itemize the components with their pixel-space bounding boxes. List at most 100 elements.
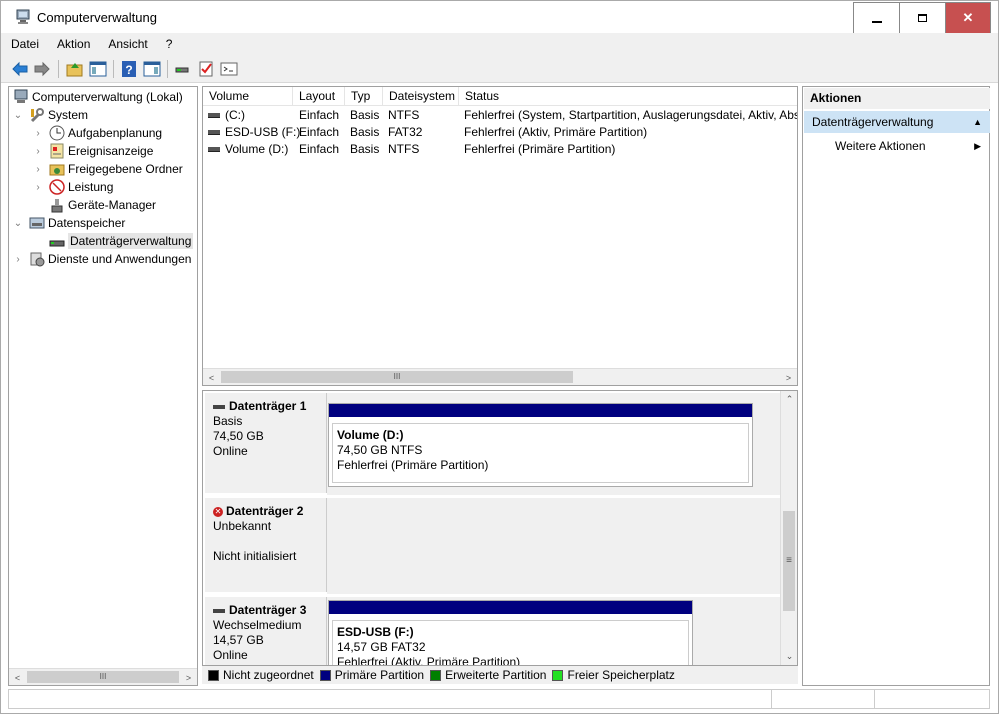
chevron-right-icon[interactable]: › <box>13 254 23 265</box>
maximize-icon <box>918 14 927 22</box>
scroll-down-icon[interactable]: ⌄ <box>781 648 797 665</box>
tree-item-datentraegerverwaltung[interactable]: Datenträgerverwaltung <box>49 232 194 250</box>
toolbar-separator <box>113 60 114 78</box>
action-weitere-aktionen[interactable]: Weitere Aktionen ▶ <box>835 137 991 155</box>
status-segment <box>771 690 772 708</box>
menu-aktion[interactable]: Aktion <box>57 37 90 51</box>
primary-partition-bar <box>329 601 692 614</box>
chevron-right-icon[interactable]: › <box>33 128 43 139</box>
tree-item-ereignisanzeige[interactable]: › Ereignisanzeige <box>33 142 153 160</box>
close-icon: ✕ <box>962 10 974 25</box>
disk-row[interactable]: Datenträger 1 Basis 74,50 GB Online Volu… <box>203 391 781 495</box>
tree-item-computerverwaltung[interactable]: Computerverwaltung (Lokal) <box>13 88 183 106</box>
show-hide-tree-icon[interactable] <box>89 60 107 78</box>
table-row[interactable]: (C:) Einfach Basis NTFS Fehlerfrei (Syst… <box>203 107 797 124</box>
menu-bar: Datei Aktion Ansicht ? <box>1 33 998 55</box>
system-tools-icon <box>29 107 45 123</box>
storage-icon <box>29 215 45 231</box>
disk-row[interactable]: Datenträger 3 Wechselmedium 14,57 GB Onl… <box>203 595 781 665</box>
scroll-thumb[interactable]: ≡ <box>783 511 795 611</box>
volume-list: Volume Layout Typ Dateisystem Status (C:… <box>202 86 798 386</box>
window-title: Computerverwaltung <box>37 10 157 25</box>
services-icon <box>29 251 45 267</box>
maximize-button[interactable] <box>899 2 945 34</box>
status-segment <box>874 690 875 708</box>
tree-item-datenspeicher[interactable]: ⌄ Datenspeicher <box>13 214 126 232</box>
disk-area: ESD-USB (F:) 14,57 GB FAT32 Fehlerfrei (… <box>327 597 781 665</box>
back-arrow-icon[interactable] <box>11 60 29 78</box>
tree-horizontal-scrollbar[interactable]: < III > <box>9 668 197 685</box>
legend-swatch <box>208 669 219 681</box>
task-scheduler-icon <box>49 125 65 141</box>
up-folder-icon[interactable] <box>66 60 84 78</box>
submenu-arrow-icon: ▶ <box>974 141 981 151</box>
scroll-up-icon[interactable]: ⌃ <box>781 391 797 408</box>
disk-icon <box>213 404 225 409</box>
tree-item-system[interactable]: ⌄ System <box>13 106 88 124</box>
scroll-right-icon[interactable]: > <box>180 669 197 685</box>
table-row[interactable]: Volume (D:) Einfach Basis NTFS Fehlerfre… <box>203 141 797 158</box>
scroll-thumb[interactable]: III <box>27 671 179 683</box>
chevron-down-icon[interactable]: ⌄ <box>13 110 23 121</box>
scroll-left-icon[interactable]: < <box>9 669 26 685</box>
disk-row[interactable]: ✕ Datenträger 2 Unbekannt Nicht initiali… <box>203 496 781 594</box>
disk-map-vertical-scrollbar[interactable]: ⌃ ≡ ⌄ <box>780 391 797 665</box>
disk-label[interactable]: Datenträger 1 Basis 74,50 GB Online <box>205 393 327 493</box>
tree-item-dienste-und-anwendungen[interactable]: › Dienste und Anwendungen <box>13 250 191 268</box>
legend-item: Freier Speicherplatz <box>552 668 675 682</box>
tree-item-aufgabenplanung[interactable]: › Aufgabenplanung <box>33 124 162 142</box>
primary-partition-bar <box>329 404 752 417</box>
column-status[interactable]: Status <box>459 87 797 106</box>
minimize-button[interactable] <box>853 2 899 34</box>
column-volume[interactable]: Volume <box>203 87 293 106</box>
table-row[interactable]: ESD-USB (F:) Einfach Basis FAT32 Fehlerf… <box>203 124 797 141</box>
properties-icon[interactable] <box>220 60 238 78</box>
disk-area <box>327 498 781 594</box>
volume-list-horizontal-scrollbar[interactable]: < III > <box>203 368 797 385</box>
chevron-down-icon[interactable]: ⌄ <box>13 218 23 229</box>
error-icon: ✕ <box>213 506 223 517</box>
scroll-thumb[interactable]: III <box>221 371 573 383</box>
partition-esd-usb-f[interactable]: ESD-USB (F:) 14,57 GB FAT32 Fehlerfrei (… <box>328 600 693 665</box>
menu-datei[interactable]: Datei <box>11 37 39 51</box>
chevron-right-icon[interactable]: › <box>33 146 43 157</box>
forward-arrow-icon[interactable] <box>33 60 51 78</box>
column-dateisystem[interactable]: Dateisystem <box>383 87 459 106</box>
legend-item: Nicht zugeordnet <box>208 668 314 682</box>
disk-label[interactable]: ✕ Datenträger 2 Unbekannt Nicht initiali… <box>205 498 327 592</box>
chevron-right-icon[interactable]: › <box>33 182 43 193</box>
tree-item-leistung[interactable]: › Leistung <box>33 178 113 196</box>
chevron-right-icon[interactable]: › <box>33 164 43 175</box>
checklist-icon[interactable] <box>197 60 215 78</box>
actions-header: Aktionen <box>804 88 990 109</box>
scroll-left-icon[interactable]: < <box>203 369 220 386</box>
device-manager-icon <box>49 197 65 213</box>
action-group-datentraegerverwaltung[interactable]: Datenträgerverwaltung ▲ <box>804 111 990 133</box>
menu-ansicht[interactable]: Ansicht <box>108 37 147 51</box>
disk-label[interactable]: Datenträger 3 Wechselmedium 14,57 GB Onl… <box>205 597 327 665</box>
help-icon[interactable]: ? <box>120 60 138 78</box>
disk-map: Datenträger 1 Basis 74,50 GB Online Volu… <box>202 390 798 666</box>
close-button[interactable]: ✕ <box>945 2 991 34</box>
column-layout[interactable]: Layout <box>293 87 345 106</box>
connect-drive-icon[interactable] <box>174 60 192 78</box>
toolbar-separator <box>58 60 59 78</box>
show-hide-action-pane-icon[interactable] <box>143 60 161 78</box>
status-bar <box>8 689 990 709</box>
legend: Nicht zugeordnet Primäre Partition Erwei… <box>202 666 798 684</box>
tree-item-freigegebene-ordner[interactable]: › Freigegebene Ordner <box>33 160 182 178</box>
minimize-icon <box>871 21 882 23</box>
disk-management-icon <box>49 233 65 249</box>
computer-management-icon <box>16 9 30 24</box>
column-typ[interactable]: Typ <box>345 87 383 106</box>
tree-item-geraete-manager[interactable]: Geräte-Manager <box>49 196 156 214</box>
partition-volume-d[interactable]: Volume (D:) 74,50 GB NTFS Fehlerfrei (Pr… <box>328 403 753 487</box>
drive-icon <box>208 147 220 152</box>
scroll-right-icon[interactable]: > <box>780 369 797 386</box>
actions-pane: Aktionen Datenträgerverwaltung ▲ Weitere… <box>802 86 990 686</box>
event-viewer-icon <box>49 143 65 159</box>
disk-icon <box>213 608 225 613</box>
menu-help[interactable]: ? <box>166 37 173 51</box>
legend-swatch <box>430 669 442 681</box>
disk-area: Volume (D:) 74,50 GB NTFS Fehlerfrei (Pr… <box>327 393 781 495</box>
